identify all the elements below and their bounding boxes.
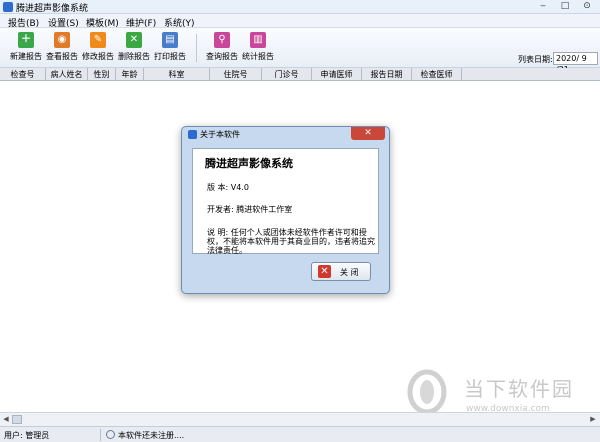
column-patient-name[interactable]: 病人姓名 [46,68,88,81]
delete-report-button[interactable]: ✕ 删除报告 [116,32,152,66]
list-date-field[interactable]: 2020/ 9 /21 [553,52,598,74]
app-icon [3,2,13,12]
dialog-close-button[interactable]: ✕ 关 闭 [311,262,371,281]
view-report-icon: ◉ [54,32,70,48]
dialog-close-icon[interactable]: ✕ [351,127,385,140]
dialog-app-icon [188,130,197,139]
minimize-button[interactable]: ‒ [534,0,552,12]
table-header: 检查号 病人姓名 性别 年龄 科室 住院号 门诊号 申请医师 报告日期 检查医师 [0,68,600,81]
column-gender[interactable]: 性别 [88,68,116,81]
column-requesting-doctor[interactable]: 申请医师 [312,68,362,81]
column-outpatient-no[interactable]: 门诊号 [262,68,312,81]
column-department[interactable]: 科室 [144,68,210,81]
delete-report-icon: ✕ [126,32,142,48]
column-report-date[interactable]: 报告日期 [362,68,412,81]
print-report-icon: ▤ [162,32,178,48]
view-report-button[interactable]: ◉ 查看报告 [44,32,80,66]
column-exam-no[interactable]: 检查号 [0,68,46,81]
dialog-title: 关于本软件 [200,130,240,139]
stats-report-button[interactable]: ▥ 统计报告 [240,32,276,66]
status-divider [100,429,101,441]
stats-report-label: 统计报告 [242,52,274,61]
watermark-logo-icon [407,369,447,414]
dialog-close-label: 关 闭 [340,268,359,277]
dialog-description: 说 明: 任何个人或团体未经软件作者许可和授权，不能将本软件用于其商业目的，违者… [207,228,375,255]
dialog-info-panel: 腾进超声影像系统 版 本: V4.0 开发者: 腾进软件工作室 说 明: 任何个… [192,148,379,255]
close-x-icon: ✕ [318,265,331,278]
about-dialog: 关于本软件 ✕ 腾进超声影像系统 版 本: V4.0 开发者: 腾进软件工作室 … [181,126,390,294]
print-report-button[interactable]: ▤ 打印报告 [152,32,188,66]
scroll-left-icon[interactable]: ◀ [1,415,11,424]
info-icon [106,430,115,439]
new-report-icon: ＋ [18,32,34,48]
window-title: 腾进超声影像系统 [16,4,89,14]
dialog-version: 版 本: V4.0 [207,183,249,192]
maximize-button[interactable]: □ [556,0,574,12]
close-window-button[interactable]: ⊙ [578,0,596,12]
column-exam-doctor[interactable]: 检查医师 [412,68,462,81]
menu-bar: 报告(B) 设置(S) 模板(M) 维护(F) 系统(Y) [0,14,600,29]
edit-report-button[interactable]: ✎ 修改报告 [80,32,116,66]
list-date-label: 列表日期: [518,55,553,64]
search-report-button[interactable]: ⚲ 查询报告 [204,32,240,66]
scroll-thumb[interactable] [12,415,22,424]
status-registration: 本软件还未注册.... [118,431,185,440]
status-bar: 用户: 管理员 本软件还未注册.... [0,426,600,442]
toolbar-separator [196,34,197,62]
column-age[interactable]: 年龄 [116,68,144,81]
dialog-app-name: 腾进超声影像系统 [205,157,293,170]
toolbar: ＋ 新建报告 ◉ 查看报告 ✎ 修改报告 ✕ 删除报告 ▤ 打印报告 ⚲ 查询报… [0,28,600,68]
dialog-developer: 开发者: 腾进软件工作室 [207,205,293,214]
search-report-icon: ⚲ [214,32,230,48]
status-user: 用户: 管理员 [4,431,50,440]
stats-report-icon: ▥ [250,32,266,48]
scroll-right-icon[interactable]: ▶ [588,415,598,424]
title-bar: 腾进超声影像系统 ‒ □ ⊙ [0,0,600,14]
new-report-button[interactable]: ＋ 新建报告 [8,32,44,66]
edit-report-icon: ✎ [90,32,106,48]
horizontal-scrollbar[interactable]: ◀ ▶ [0,412,600,426]
print-report-label: 打印报告 [154,52,186,61]
column-inpatient-no[interactable]: 住院号 [210,68,262,81]
watermark-text: 当下软件园 [464,377,574,401]
